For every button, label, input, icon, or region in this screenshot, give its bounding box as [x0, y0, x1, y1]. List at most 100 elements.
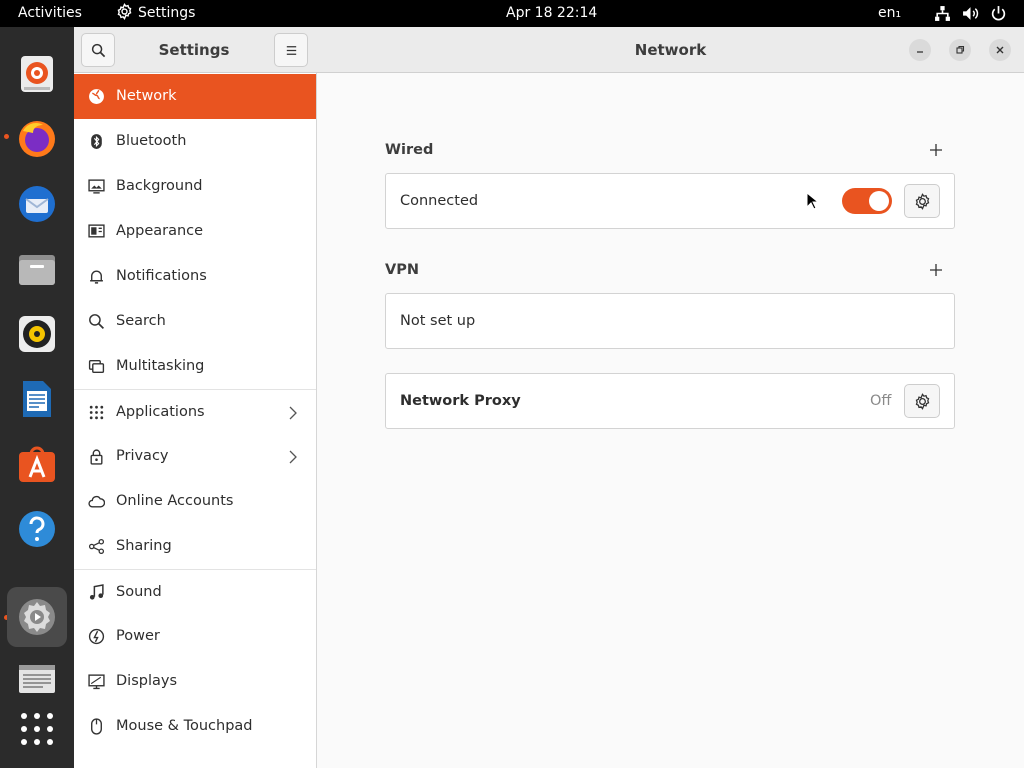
installer-icon	[21, 56, 53, 92]
sidebar-item-label: Search	[116, 313, 166, 329]
sidebar-item-label: Sharing	[116, 538, 172, 554]
wired-status: Connected	[400, 193, 479, 209]
dock-thunderbird[interactable]	[7, 174, 67, 234]
sidebar-item-sharing[interactable]: Sharing	[74, 524, 316, 569]
dock-help[interactable]	[7, 499, 67, 559]
sidebar-item-label: Bluetooth	[116, 133, 187, 149]
app-name: Settings	[138, 5, 196, 21]
writer-icon	[23, 381, 51, 417]
sidebar-nav: Network Bluetooth Background Appearance …	[74, 74, 316, 749]
sidebar-item-notifications[interactable]: Notifications	[74, 254, 316, 299]
vpn-row: Not set up	[385, 293, 955, 349]
sidebar-header: Settings	[74, 27, 317, 73]
dock-files[interactable]	[7, 239, 67, 299]
cloud-icon	[88, 495, 105, 508]
volume-icon[interactable]	[962, 5, 979, 22]
wired-connection-row: Connected	[385, 173, 955, 229]
sidebar-item-network[interactable]: Network	[74, 74, 316, 119]
sidebar-item-label: Network	[116, 88, 177, 104]
lock-icon	[90, 449, 103, 465]
wired-toggle[interactable]	[842, 188, 892, 214]
bell-icon	[90, 270, 103, 284]
add-wired-button[interactable]	[929, 143, 943, 157]
power-menu-icon[interactable]	[990, 5, 1007, 22]
minimize-button[interactable]	[909, 39, 931, 61]
search-button[interactable]	[81, 33, 115, 67]
sidebar-item-label: Online Accounts	[116, 493, 234, 509]
clock[interactable]: Apr 18 22:14	[506, 0, 597, 27]
sidebar-item-multitasking[interactable]: Multitasking	[74, 344, 316, 389]
vpn-status: Not set up	[400, 313, 476, 329]
bluetooth-icon	[91, 134, 102, 149]
sidebar-item-label: Sound	[116, 584, 162, 600]
dock-app-center[interactable]	[7, 434, 67, 494]
rhythmbox-icon	[19, 316, 55, 352]
wired-heading: Wired	[385, 142, 434, 158]
grid-icon	[89, 405, 104, 420]
close-icon	[996, 46, 1004, 54]
show-apps-icon	[21, 713, 53, 745]
dock	[0, 27, 74, 768]
search-icon	[91, 43, 106, 58]
thunderbird-icon	[19, 186, 55, 222]
share-icon	[88, 538, 105, 555]
sidebar: Settings Network Bluetooth Background Ap…	[74, 27, 317, 768]
network-icon	[89, 89, 104, 104]
settings-icon	[19, 599, 55, 635]
hamburger-icon	[286, 46, 297, 55]
firefox-icon	[19, 121, 55, 157]
network-proxy-row[interactable]: Network Proxy Off	[385, 373, 955, 429]
sidebar-item-privacy[interactable]: Privacy	[74, 434, 316, 479]
restore-button[interactable]	[949, 39, 971, 61]
sidebar-item-label: Appearance	[116, 223, 204, 239]
dock-rhythmbox[interactable]	[7, 304, 67, 364]
sidebar-item-mouse-touchpad[interactable]: Mouse & Touchpad	[74, 704, 316, 749]
dock-writer[interactable]	[7, 369, 67, 429]
mouse-cursor-icon	[806, 192, 818, 210]
sidebar-item-background[interactable]: Background	[74, 164, 316, 209]
settings-window: Settings Network Bluetooth Background Ap…	[74, 27, 1024, 768]
top-bar: Activities Settings Apr 18 22:14 en₁	[0, 0, 1024, 27]
app-menu[interactable]: Settings	[116, 0, 195, 27]
sidebar-item-label: Power	[116, 628, 160, 644]
network-wired-icon[interactable]	[934, 5, 951, 22]
sidebar-item-bluetooth[interactable]: Bluetooth	[74, 119, 316, 164]
menu-button[interactable]	[274, 33, 308, 67]
music-note-icon	[89, 584, 104, 600]
dock-firefox[interactable]	[7, 109, 67, 169]
minimize-icon	[917, 51, 923, 53]
help-icon	[19, 511, 55, 547]
app-center-icon	[19, 446, 55, 482]
sidebar-item-label: Notifications	[116, 268, 207, 284]
restore-icon	[956, 45, 965, 54]
gear-icon	[915, 393, 930, 410]
sidebar-item-sound[interactable]: Sound	[74, 569, 316, 614]
dock-installer[interactable]	[7, 44, 67, 104]
sidebar-item-label: Background	[116, 178, 203, 194]
sidebar-item-search[interactable]: Search	[74, 299, 316, 344]
mouse-icon	[91, 718, 102, 735]
add-vpn-button[interactable]	[929, 263, 943, 277]
chevron-right-icon	[289, 450, 297, 464]
keyboard-layout[interactable]: en₁	[878, 0, 901, 27]
sidebar-item-appearance[interactable]: Appearance	[74, 209, 316, 254]
wired-settings-button[interactable]	[904, 184, 940, 218]
proxy-settings-button[interactable]	[904, 384, 940, 418]
sidebar-item-power[interactable]: Power	[74, 614, 316, 659]
sidebar-item-label: Privacy	[116, 448, 169, 464]
vpn-heading: VPN	[385, 262, 419, 278]
sidebar-item-applications[interactable]: Applications	[74, 389, 316, 434]
background-icon	[88, 179, 105, 194]
dock-show-apps[interactable]	[7, 699, 67, 759]
close-button[interactable]	[989, 39, 1011, 61]
proxy-status: Off	[870, 393, 892, 409]
sidebar-item-displays[interactable]: Displays	[74, 659, 316, 704]
activities-button[interactable]: Activities	[18, 0, 82, 27]
dock-settings[interactable]	[7, 587, 67, 647]
sidebar-item-online-accounts[interactable]: Online Accounts	[74, 479, 316, 524]
sidebar-title: Settings	[158, 41, 230, 59]
power-icon	[88, 628, 105, 645]
search-icon	[89, 314, 105, 330]
settings-gear-icon	[117, 3, 132, 20]
sidebar-item-label: Multitasking	[116, 358, 205, 374]
